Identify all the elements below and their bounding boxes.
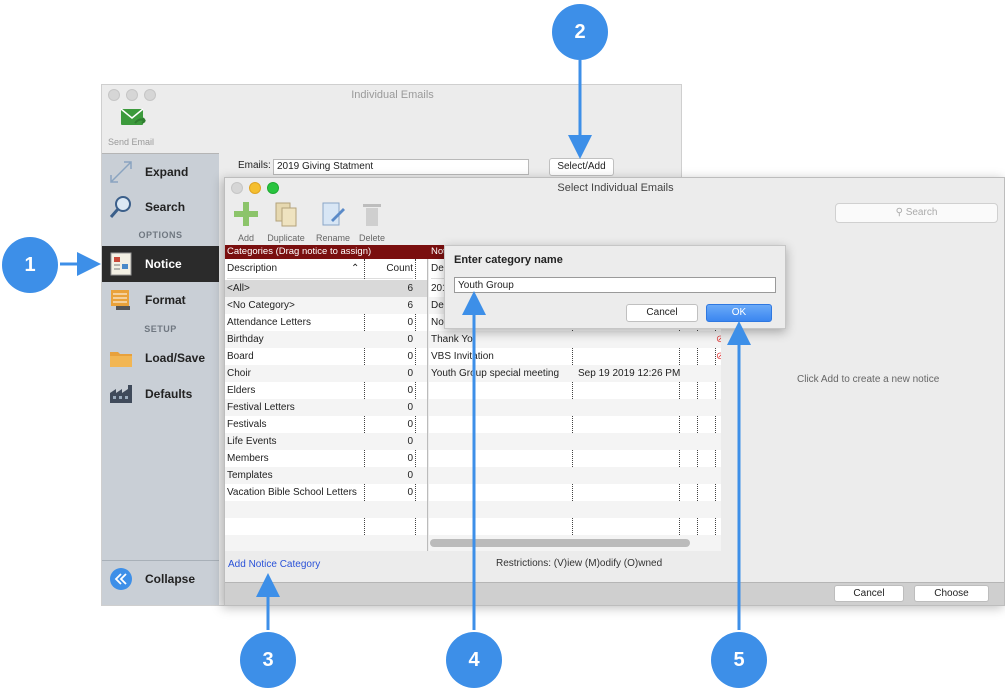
- callout-1: 1: [2, 237, 58, 293]
- callout-3: 3: [240, 632, 296, 688]
- callout-4: 4: [446, 632, 502, 688]
- callout-arrows: [60, 60, 751, 630]
- callout-5: 5: [711, 632, 767, 688]
- callout-2: 2: [552, 4, 608, 60]
